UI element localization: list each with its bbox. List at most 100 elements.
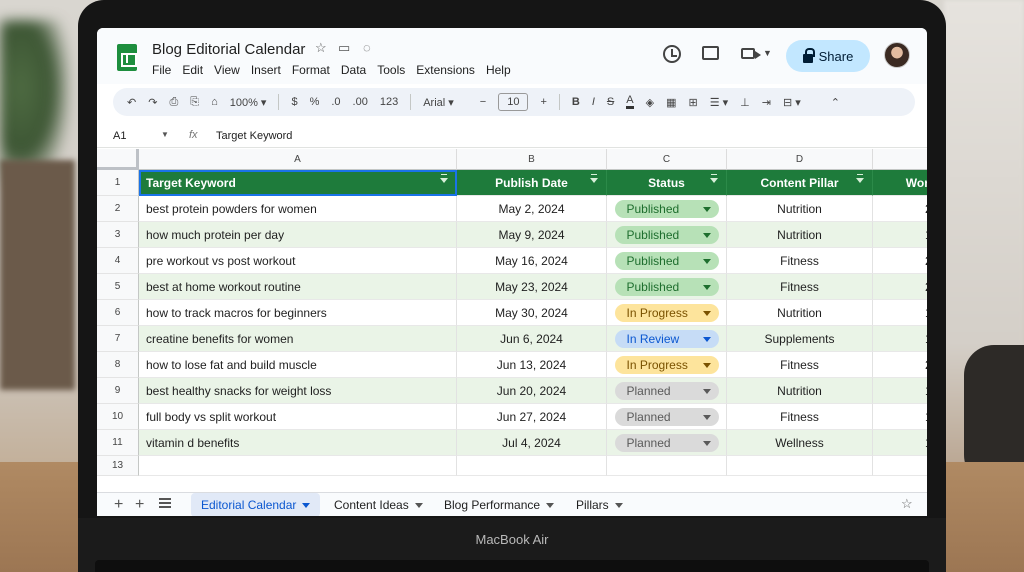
merge-cells-icon[interactable]: ⊞ bbox=[688, 96, 697, 109]
status-chip[interactable]: Published bbox=[614, 199, 719, 218]
menu-extensions[interactable]: Extensions bbox=[416, 63, 475, 77]
row-header[interactable]: 5 bbox=[97, 274, 139, 300]
table-cell[interactable] bbox=[727, 456, 873, 476]
table-cell[interactable]: Nutrition bbox=[727, 378, 873, 404]
percent-format-button[interactable]: % bbox=[310, 96, 320, 108]
table-cell[interactable]: best at home workout routine bbox=[139, 274, 457, 300]
tab-blog-performance[interactable]: Blog Performance bbox=[434, 493, 564, 516]
table-cell[interactable]: Jun 20, 2024 bbox=[457, 378, 607, 404]
collapse-toolbar-icon[interactable]: ⌃ bbox=[831, 96, 840, 109]
chevron-down-icon[interactable]: ▼ bbox=[763, 48, 772, 58]
row-header[interactable]: 6 bbox=[97, 300, 139, 326]
table-cell[interactable]: how much protein per day bbox=[139, 222, 457, 248]
status-chip[interactable]: In Progress bbox=[614, 303, 719, 322]
table-cell[interactable] bbox=[457, 456, 607, 476]
meet-video-icon[interactable] bbox=[741, 48, 761, 59]
currency-format-button[interactable]: $ bbox=[291, 96, 297, 108]
font-family-select[interactable]: Arial ▾ bbox=[423, 96, 454, 109]
menu-tools[interactable]: Tools bbox=[377, 63, 405, 77]
undo-icon[interactable]: ↶ bbox=[127, 96, 136, 109]
chevron-down-icon[interactable] bbox=[702, 284, 711, 290]
table-cell[interactable]: Planned bbox=[607, 430, 727, 456]
vertical-align-icon[interactable]: ⊥ bbox=[740, 96, 750, 109]
status-chip[interactable]: Planned bbox=[614, 407, 719, 426]
table-cell[interactable]: 2,700 bbox=[873, 352, 927, 378]
status-chip[interactable]: In Progress bbox=[614, 355, 719, 374]
row-header[interactable]: 2 bbox=[97, 196, 139, 222]
table-cell[interactable]: Planned bbox=[607, 378, 727, 404]
clear-format-icon[interactable]: ⌂ bbox=[211, 96, 218, 108]
table-cell[interactable]: pre workout vs post workout bbox=[139, 248, 457, 274]
table-cell[interactable]: 2,300 bbox=[873, 248, 927, 274]
text-wrap-icon[interactable]: ⇥ bbox=[762, 96, 771, 109]
strikethrough-icon[interactable]: S bbox=[607, 96, 614, 108]
chevron-down-icon[interactable] bbox=[614, 502, 623, 508]
table-cell[interactable]: May 9, 2024 bbox=[457, 222, 607, 248]
table-cell[interactable]: 2,450 bbox=[873, 274, 927, 300]
status-chip[interactable]: Published bbox=[614, 251, 719, 270]
table-cell[interactable]: Published bbox=[607, 274, 727, 300]
borders-icon[interactable]: ▦ bbox=[666, 96, 676, 109]
zoom-select[interactable]: 100% ▾ bbox=[230, 96, 267, 109]
table-cell[interactable]: Fitness bbox=[727, 274, 873, 300]
chevron-down-icon[interactable] bbox=[702, 362, 711, 368]
avatar[interactable] bbox=[884, 42, 910, 68]
table-cell[interactable]: Wellness bbox=[727, 430, 873, 456]
filter-icon[interactable] bbox=[710, 174, 718, 183]
table-cell[interactable] bbox=[873, 456, 927, 476]
column-header[interactable]: C bbox=[607, 149, 727, 170]
cloud-status-icon[interactable]: ◌ bbox=[363, 40, 371, 55]
column-header[interactable]: A bbox=[139, 149, 457, 170]
column-header[interactable]: E bbox=[873, 149, 927, 170]
chevron-down-icon[interactable] bbox=[702, 414, 711, 420]
table-cell[interactable]: best healthy snacks for weight loss bbox=[139, 378, 457, 404]
table-cell[interactable]: Fitness bbox=[727, 248, 873, 274]
table-cell[interactable]: Nutrition bbox=[727, 196, 873, 222]
select-all-corner[interactable] bbox=[97, 149, 139, 170]
chevron-down-icon[interactable] bbox=[702, 206, 711, 212]
row-header[interactable]: 3 bbox=[97, 222, 139, 248]
header-cell[interactable]: Status bbox=[607, 170, 727, 196]
chevron-down-icon[interactable] bbox=[302, 502, 311, 508]
menu-format[interactable]: Format bbox=[292, 63, 330, 77]
version-history-icon[interactable] bbox=[663, 45, 681, 63]
table-cell[interactable]: Fitness bbox=[727, 352, 873, 378]
menu-help[interactable]: Help bbox=[486, 63, 511, 77]
tab-pillars[interactable]: Pillars bbox=[566, 493, 633, 516]
status-chip[interactable]: Planned bbox=[614, 381, 719, 400]
fill-color-icon[interactable]: ◈ bbox=[646, 96, 654, 109]
tab-content-ideas[interactable]: Content Ideas bbox=[324, 493, 433, 516]
table-cell[interactable]: 1,800 bbox=[873, 404, 927, 430]
table-cell[interactable]: 1,820 bbox=[873, 222, 927, 248]
row-header[interactable]: 11 bbox=[97, 430, 139, 456]
row-header[interactable]: 10 bbox=[97, 404, 139, 430]
row-header[interactable]: 1 bbox=[97, 170, 139, 196]
table-cell[interactable]: 1,600 bbox=[873, 326, 927, 352]
increase-font-icon[interactable]: + bbox=[540, 96, 546, 108]
print-icon[interactable]: ⎙ bbox=[169, 96, 178, 109]
redo-icon[interactable]: ↷ bbox=[148, 96, 157, 109]
tab-editorial-calendar[interactable]: Editorial Calendar bbox=[191, 493, 321, 516]
status-chip[interactable]: Planned bbox=[614, 433, 719, 452]
table-cell[interactable]: May 30, 2024 bbox=[457, 300, 607, 326]
header-cell[interactable]: Word Count bbox=[873, 170, 927, 196]
share-button[interactable]: Share bbox=[786, 40, 870, 72]
table-cell[interactable]: Jun 13, 2024 bbox=[457, 352, 607, 378]
table-cell[interactable]: Nutrition bbox=[727, 222, 873, 248]
table-cell[interactable]: creatine benefits for women bbox=[139, 326, 457, 352]
table-cell[interactable]: May 2, 2024 bbox=[457, 196, 607, 222]
chevron-down-icon[interactable] bbox=[702, 440, 711, 446]
align-left-icon[interactable]: ☰ ▾ bbox=[710, 96, 728, 109]
add-sheet-icon[interactable]: + bbox=[135, 496, 144, 514]
table-cell[interactable]: 1,200 bbox=[873, 430, 927, 456]
table-cell[interactable]: Nutrition bbox=[727, 300, 873, 326]
column-header[interactable]: B bbox=[457, 149, 607, 170]
table-cell[interactable]: 1,400 bbox=[873, 378, 927, 404]
filter-icon[interactable] bbox=[440, 174, 448, 183]
chevron-down-icon[interactable] bbox=[702, 258, 711, 264]
row-header[interactable]: 9 bbox=[97, 378, 139, 404]
header-cell[interactable]: Publish Date bbox=[457, 170, 607, 196]
chevron-down-icon[interactable] bbox=[546, 502, 555, 508]
table-cell[interactable]: Published bbox=[607, 248, 727, 274]
italic-button[interactable]: I bbox=[592, 96, 595, 108]
